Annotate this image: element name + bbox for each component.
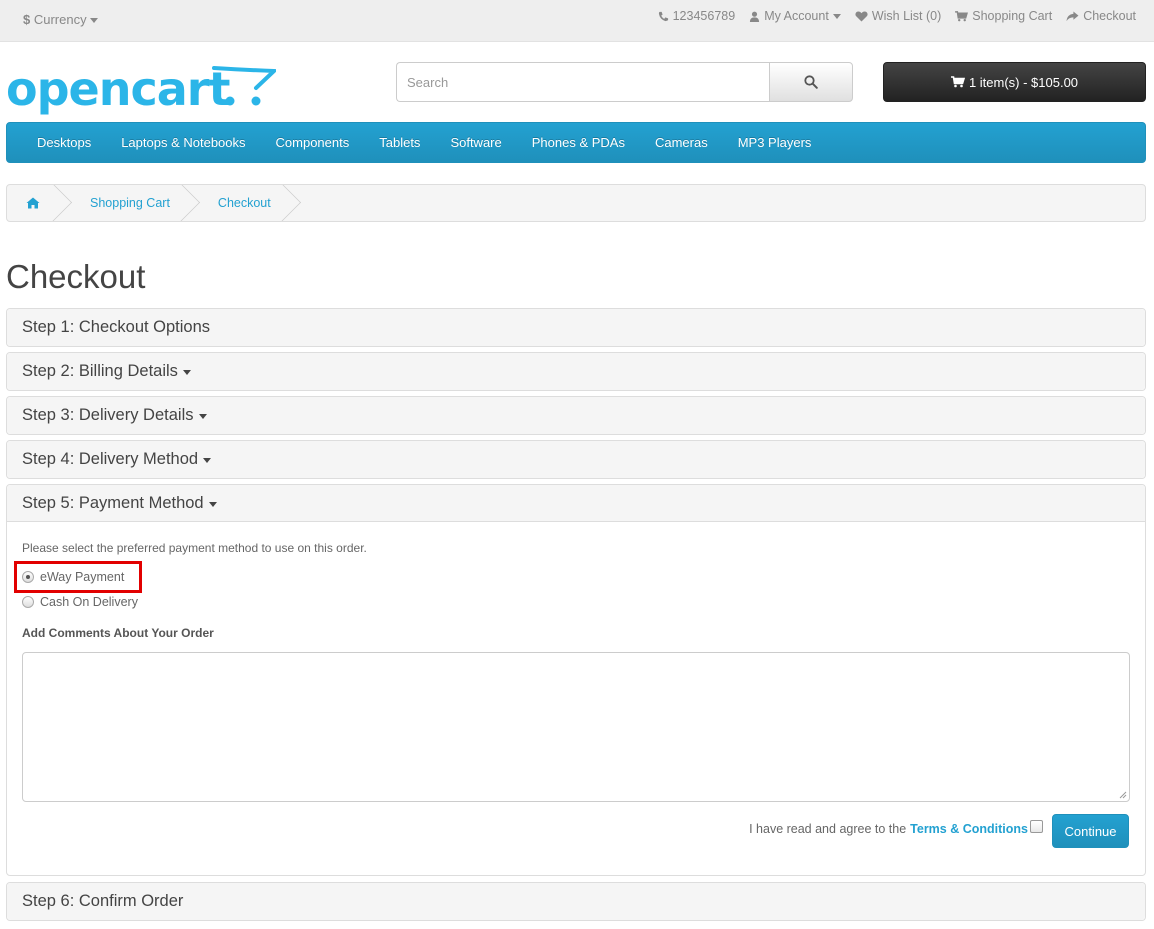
heart-icon <box>855 10 868 22</box>
phone-link[interactable]: 123456789 <box>658 9 736 23</box>
payment-option-label: eWay Payment <box>40 570 125 584</box>
menu-item-tablets[interactable]: Tablets <box>364 123 435 162</box>
cart-button[interactable]: 1 item(s) - $105.00 <box>883 62 1146 102</box>
payment-instructions: Please select the preferred payment meth… <box>22 541 367 555</box>
breadcrumb: Shopping Cart Checkout <box>6 184 1146 222</box>
share-icon <box>1066 10 1079 21</box>
page-title: Checkout <box>6 258 146 295</box>
step-4-panel: Step 4: Delivery Method <box>6 440 1146 479</box>
menu-item-cameras[interactable]: Cameras <box>640 123 723 162</box>
menu-item-components[interactable]: Components <box>261 123 365 162</box>
top-bar: $ Currency 123456789 My Account Wish Lis… <box>0 0 1154 42</box>
payment-option-cod[interactable]: Cash On Delivery <box>22 595 138 609</box>
step-2-title: Step 2: Billing Details <box>22 362 178 380</box>
radio-eway[interactable] <box>22 571 34 583</box>
wishlist-label: Wish List (0) <box>871 9 942 23</box>
comments-textarea[interactable] <box>22 652 1130 802</box>
search-group <box>396 62 853 102</box>
menu-item-mp3-players[interactable]: MP3 Players <box>723 123 827 162</box>
breadcrumb-label: Checkout <box>217 196 271 210</box>
currency-label: Currency <box>33 12 87 27</box>
agree-text: I have read and agree to the <box>749 822 907 836</box>
wishlist-link[interactable]: Wish List (0) <box>855 9 941 23</box>
cart-total: 1 item(s) - $105.00 <box>968 74 1079 90</box>
step-6-panel: Step 6: Confirm Order <box>6 882 1146 921</box>
step-6-title: Step 6: Confirm Order <box>22 892 184 910</box>
payment-method-body: Please select the preferred payment meth… <box>7 522 1145 875</box>
menu-item-software[interactable]: Software <box>435 123 516 162</box>
shopping-cart-label: Shopping Cart <box>972 9 1053 23</box>
caret-down-icon <box>208 501 217 507</box>
agree-checkbox[interactable] <box>1030 819 1043 833</box>
step-1-heading[interactable]: Step 1: Checkout Options <box>7 309 1145 346</box>
checkout-link[interactable]: Checkout <box>1066 9 1136 23</box>
payment-option-eway[interactable]: eWay Payment <box>22 570 124 584</box>
my-account-label: My Account <box>764 9 829 23</box>
shopping-cart-link[interactable]: Shopping Cart <box>955 9 1052 23</box>
step-1-title: Step 1: Checkout Options <box>22 318 211 336</box>
step-1-panel: Step 1: Checkout Options <box>6 308 1146 347</box>
menu-item-phones-pdas[interactable]: Phones & PDAs <box>517 123 640 162</box>
terms-link[interactable]: Terms & Conditions <box>910 822 1028 836</box>
step-4-heading[interactable]: Step 4: Delivery Method <box>7 441 1145 478</box>
search-button[interactable] <box>769 62 853 102</box>
menu-item-laptops-notebooks[interactable]: Laptops & Notebooks <box>106 123 260 162</box>
breadcrumb-shopping-cart[interactable]: Shopping Cart <box>60 185 188 221</box>
payment-option-label: Cash On Delivery <box>40 595 138 609</box>
caret-down-icon <box>182 370 191 375</box>
step-2-panel: Step 2: Billing Details <box>6 352 1146 391</box>
home-icon <box>26 197 40 209</box>
step-3-title: Step 3: Delivery Details <box>22 406 194 424</box>
caret-down-icon <box>90 18 99 24</box>
step-5-title: Step 5: Payment Method <box>22 493 204 512</box>
main-menu: Desktops Laptops & Notebooks Components … <box>6 122 1146 163</box>
svg-text:opencart: opencart <box>6 62 229 116</box>
top-links: 123456789 My Account Wish List (0) Shopp… <box>658 9 1136 23</box>
cart-icon <box>955 10 969 21</box>
caret-down-icon <box>832 13 841 19</box>
phone-number: 123456789 <box>672 9 736 23</box>
breadcrumb-home[interactable] <box>7 185 60 221</box>
step-3-heading[interactable]: Step 3: Delivery Details <box>7 397 1145 434</box>
phone-icon <box>658 11 668 21</box>
cart-icon <box>950 76 965 88</box>
my-account-dropdown[interactable]: My Account <box>749 9 841 23</box>
radio-cod[interactable] <box>22 596 34 608</box>
step-6-heading[interactable]: Step 6: Confirm Order <box>7 883 1145 920</box>
caret-down-icon <box>203 458 212 463</box>
currency-dropdown[interactable]: $ Currency <box>23 12 99 27</box>
step-5-heading[interactable]: Step 5: Payment Method <box>7 485 1145 522</box>
opencart-logo[interactable]: opencart <box>6 58 279 116</box>
continue-button[interactable]: Continue <box>1052 814 1129 848</box>
menu-item-desktops[interactable]: Desktops <box>22 123 106 162</box>
breadcrumb-checkout[interactable]: Checkout <box>188 185 289 221</box>
breadcrumb-label: Shopping Cart <box>90 196 170 210</box>
step-3-panel: Step 3: Delivery Details <box>6 396 1146 435</box>
caret-down-icon <box>198 414 207 419</box>
currency-symbol: $ <box>23 12 31 27</box>
search-input[interactable] <box>396 62 769 102</box>
comments-label: Add Comments About Your Order <box>22 626 214 640</box>
agree-terms-row: I have read and agree to the Terms & Con… <box>749 819 1043 836</box>
resize-handle-icon[interactable] <box>1119 791 1127 799</box>
checkout-label: Checkout <box>1083 9 1136 23</box>
search-icon <box>804 75 818 89</box>
step-4-title: Step 4: Delivery Method <box>22 450 199 468</box>
step-5-panel: Step 5: Payment Method Please select the… <box>6 484 1146 876</box>
user-icon <box>750 11 760 22</box>
step-2-heading[interactable]: Step 2: Billing Details <box>7 353 1145 390</box>
